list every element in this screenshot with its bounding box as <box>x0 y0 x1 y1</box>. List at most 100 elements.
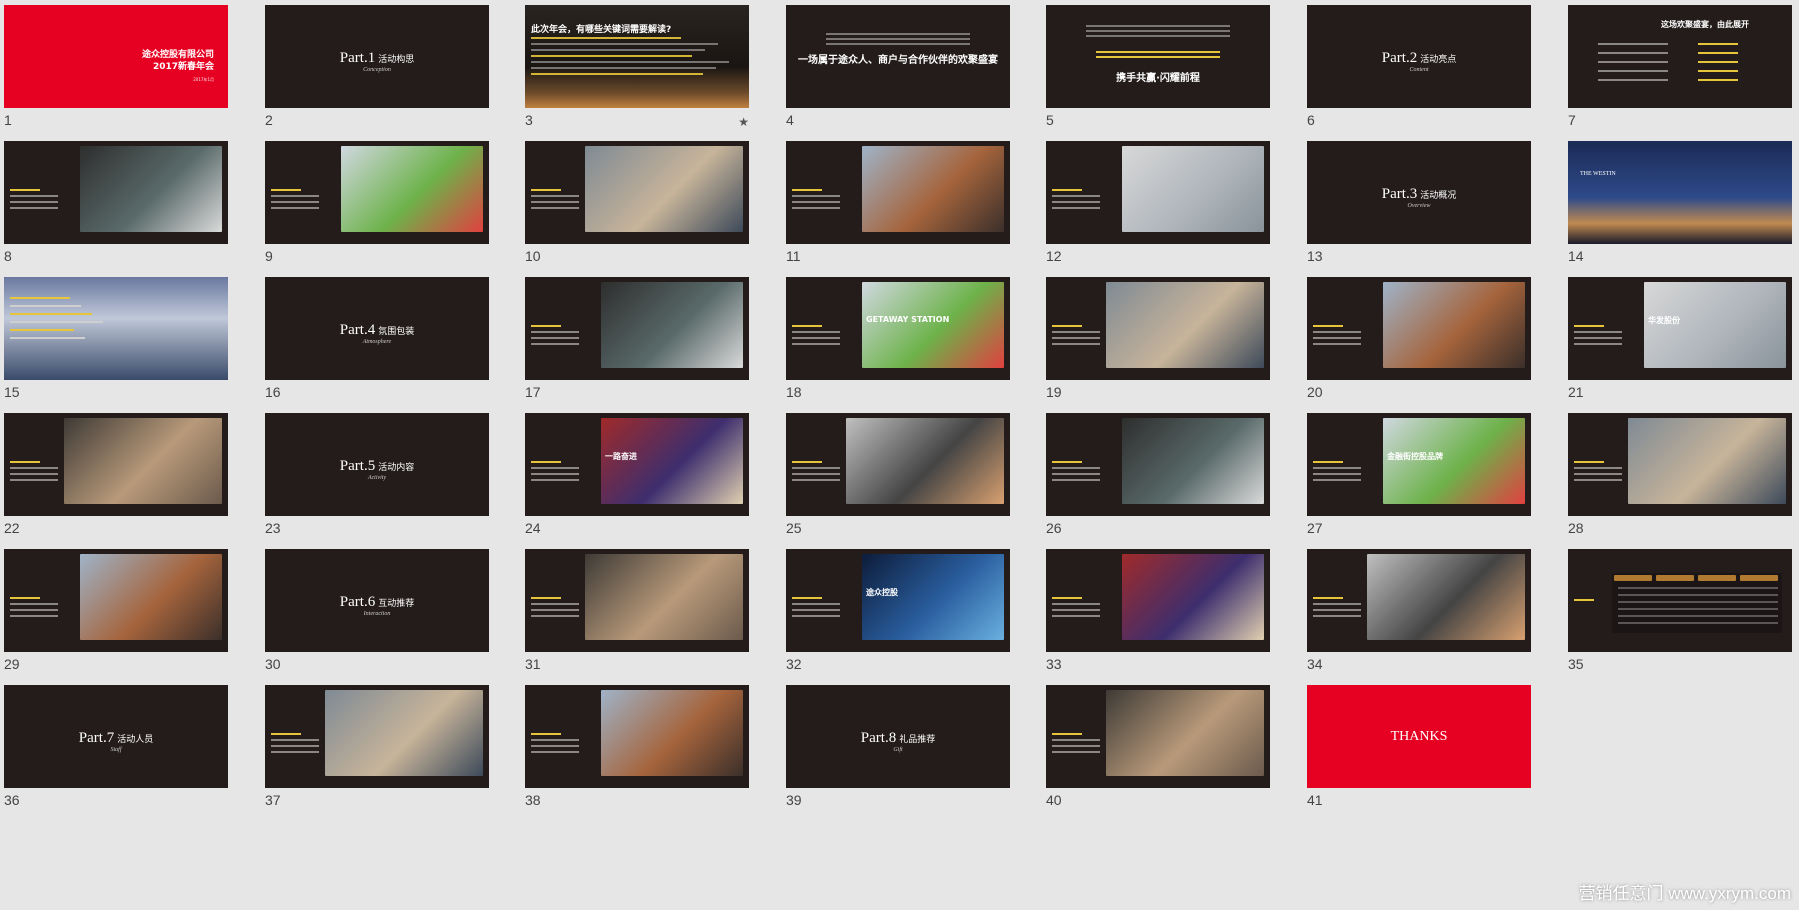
text-line <box>531 739 579 741</box>
slide-number: 7 <box>1568 112 1576 128</box>
slide-thumbnail[interactable]: 28 <box>1568 413 1792 565</box>
text-line <box>792 461 822 463</box>
slide-photo <box>1122 418 1264 504</box>
slide-thumbnail[interactable]: 22 <box>4 413 228 565</box>
text-line <box>792 473 840 475</box>
slide-thumbnail[interactable]: 12 <box>1046 141 1270 293</box>
part-number: Part.5 活动内容 <box>339 457 415 474</box>
slide-thumbnail[interactable]: Part.7 活动人员 Staff 36 <box>4 685 228 837</box>
slide-thumbnail[interactable]: Part.8 礼品推荐 Gift 39 <box>786 685 1010 837</box>
slide-thumbnail[interactable]: 25 <box>786 413 1010 565</box>
slide-number: 21 <box>1568 384 1584 400</box>
slide-thumbnail[interactable]: 37 <box>265 685 489 837</box>
slide-thumbnail[interactable]: 途众控股 32 <box>786 549 1010 701</box>
slide-photo <box>846 418 1004 504</box>
text-line <box>792 195 840 197</box>
slide-thumbnail[interactable]: 20 <box>1307 277 1531 429</box>
slide-thumbnail[interactable]: 40 <box>1046 685 1270 837</box>
slide-thumbnail[interactable]: 33 <box>1046 549 1270 701</box>
part-subtitle: Activity <box>367 475 387 481</box>
part-number: Part.6 互动推荐 <box>339 593 415 610</box>
slide-thumbnail[interactable]: 17 <box>525 277 749 429</box>
text-line <box>531 37 681 39</box>
slide-preview <box>1046 141 1270 244</box>
slide-preview <box>1568 549 1792 652</box>
slide-thumbnail[interactable]: 9 <box>265 141 489 293</box>
slide-thumbnail[interactable]: GETAWAY STATION 18 <box>786 277 1010 429</box>
slide-preview: Part.8 礼品推荐 Gift <box>786 685 1010 788</box>
slide-number: 23 <box>265 520 281 536</box>
slide-sorter-grid: 途众控股有限公司 2017新春年会 2017年1月 1 Part.1 活动构思 Concep… <box>4 5 1794 905</box>
slide-thumbnail[interactable]: 29 <box>4 549 228 701</box>
slide-thumbnail[interactable]: Part.6 互动推荐 Interaction 30 <box>265 549 489 701</box>
part-heading: Part.8 礼品推荐 <box>861 727 935 747</box>
slide-thumbnail[interactable]: THE WESTIN 14 <box>1568 141 1792 293</box>
slide-thumbnail[interactable]: Part.4 氛围包装 Atmosphere 16 <box>265 277 489 429</box>
slide-thumbnail[interactable]: THANKS 41 <box>1307 685 1531 837</box>
slide-thumbnail[interactable]: 携手共赢·闪耀前程 5 <box>1046 5 1270 157</box>
text-line <box>1052 325 1082 327</box>
slide-thumbnail[interactable]: 38 <box>525 685 749 837</box>
slide-thumbnail[interactable]: 一场属于途众人、商户与合作伙伴的欢聚盛宴 4 <box>786 5 1010 157</box>
text-line <box>792 189 822 191</box>
text-line <box>1698 61 1738 63</box>
slide-photo <box>601 690 743 776</box>
text-line <box>1052 597 1082 599</box>
text-line <box>792 479 840 481</box>
slide-preview <box>265 685 489 788</box>
text-line <box>271 745 319 747</box>
part-heading: Part.1 活动构思 <box>340 47 414 67</box>
slide-thumbnail[interactable]: 19 <box>1046 277 1270 429</box>
text-line <box>1574 479 1622 481</box>
text-line <box>792 337 840 339</box>
slide-thumbnail[interactable]: 34 <box>1307 549 1531 701</box>
slide-thumbnail[interactable]: Part.2 活动亮点 Content 6 <box>1307 5 1531 157</box>
slide-preview <box>4 141 228 244</box>
slide-photo <box>862 146 1004 232</box>
slide-preview: THANKS <box>1307 685 1531 788</box>
slide-thumbnail[interactable]: 一路奋进 24 <box>525 413 749 565</box>
text-line <box>10 189 40 191</box>
text-line <box>531 325 561 327</box>
slide-thumbnail[interactable]: 此次年会，有哪些关键词需要解读? 3 ★ <box>525 5 749 157</box>
text-line <box>531 195 579 197</box>
slide-thumbnail[interactable]: 11 <box>786 141 1010 293</box>
slide-number: 41 <box>1307 792 1323 808</box>
text-line <box>271 207 319 209</box>
slide-thumbnail[interactable]: 26 <box>1046 413 1270 565</box>
part-heading: Part.7 活动人员 <box>79 727 153 747</box>
slide-preview <box>1046 685 1270 788</box>
slide-thumbnail[interactable]: Part.3 活动概况 Overview 13 <box>1307 141 1531 293</box>
text-line <box>1574 467 1622 469</box>
slide-preview <box>525 277 749 380</box>
watermark: 营销任意门 www.yxrym.com <box>1578 884 1792 903</box>
text-line <box>1052 745 1100 747</box>
text-line <box>1313 343 1361 345</box>
text-line <box>1574 343 1622 345</box>
slide-heading: Part.2 活动亮点 <box>1307 5 1531 108</box>
text-line <box>1313 615 1361 617</box>
slide-thumbnail[interactable]: 8 <box>4 141 228 293</box>
slide-thumbnail[interactable]: Part.5 活动内容 Activity 23 <box>265 413 489 565</box>
slide-thumbnail[interactable]: 10 <box>525 141 749 293</box>
slide-thumbnail[interactable]: 途众控股有限公司 2017新春年会 2017年1月 1 <box>4 5 228 157</box>
slide-thumbnail[interactable]: 31 <box>525 549 749 701</box>
slide-number: 9 <box>265 248 273 264</box>
slide-number: 39 <box>786 792 802 808</box>
slide-thumbnail[interactable]: 35 <box>1568 549 1792 701</box>
text-line <box>1574 325 1604 327</box>
text-line <box>10 467 58 469</box>
slide-thumbnail[interactable]: Part.1 活动构思 Conception 2 <box>265 5 489 157</box>
slide-number: 13 <box>1307 248 1323 264</box>
slide-thumbnail[interactable]: 这场欢聚盛宴，由此展开 7 <box>1568 5 1792 157</box>
text-line <box>826 38 970 40</box>
text-line <box>271 733 301 735</box>
slide-preview: 一场属于途众人、商户与合作伙伴的欢聚盛宴 <box>786 5 1010 108</box>
slide-thumbnail[interactable]: 金融街控股品牌 27 <box>1307 413 1531 565</box>
slide-preview <box>1046 549 1270 652</box>
slide-number: 6 <box>1307 112 1315 128</box>
text-line <box>10 297 70 299</box>
slide-thumbnail[interactable]: 15 <box>4 277 228 429</box>
slide-thumbnail[interactable]: 华发股份 21 <box>1568 277 1792 429</box>
slide-preview: GETAWAY STATION <box>786 277 1010 380</box>
